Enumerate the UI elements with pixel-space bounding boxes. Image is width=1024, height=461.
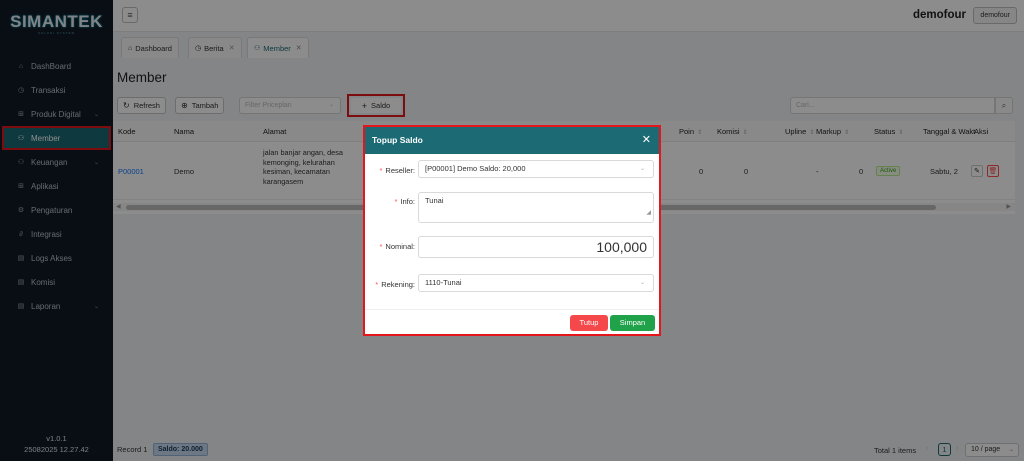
app-root: SIMANTEK SOLUSI SYSTEM ⌂ DashBoard ◷ Tra… (0, 0, 1024, 461)
rekening-select[interactable]: 1110-Tunai ⌄ (418, 274, 654, 292)
modal-header: Topup Saldo ✕ (365, 127, 659, 154)
chevron-down-icon: ⌄ (639, 280, 645, 286)
reseller-select[interactable]: [P00001] Demo Saldo: 20,000 ⌄ (418, 160, 654, 178)
required-icon: * (379, 242, 383, 251)
info-textarea[interactable]: Tunai ◢ (418, 192, 654, 223)
simpan-button[interactable]: Simpan (610, 315, 655, 331)
required-icon: * (379, 166, 383, 175)
required-icon: * (394, 197, 398, 206)
chevron-down-icon: ⌄ (639, 166, 645, 172)
topup-saldo-modal: Topup Saldo ✕ * Reseller: [P00001] Demo S… (363, 125, 661, 336)
reseller-label-text: Reseller: (385, 166, 415, 175)
modal-footer: Tutup Simpan (365, 309, 659, 334)
rekening-value: 1110-Tunai (425, 278, 462, 287)
reseller-label: * Reseller: (365, 166, 415, 175)
nominal-label-text: Nominal: (385, 242, 415, 251)
info-label-text: Info: (400, 197, 415, 206)
resize-handle-icon[interactable]: ◢ (646, 205, 651, 221)
info-label: * Info: (365, 197, 415, 206)
nominal-label: * Nominal: (365, 242, 415, 251)
modal-title: Topup Saldo (372, 135, 423, 145)
tutup-button[interactable]: Tutup (570, 315, 608, 331)
required-icon: * (375, 280, 379, 289)
nominal-input[interactable]: 100,000 (418, 236, 654, 258)
rekening-label-text: Rekening: (381, 280, 415, 289)
rekening-label: * Rekening: (365, 280, 415, 289)
reseller-value: [P00001] Demo Saldo: 20,000 (425, 164, 526, 173)
close-icon[interactable]: ✕ (642, 127, 651, 154)
info-value: Tunai (425, 196, 444, 205)
